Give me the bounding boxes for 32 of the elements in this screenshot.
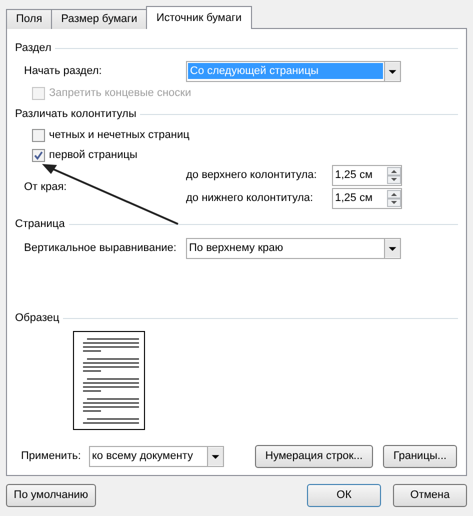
tab[interactable]: Источник бумаги	[146, 6, 252, 29]
field-label: Вертикальное выравнивание:	[24, 240, 178, 256]
group-title: Различать колонтитулы	[15, 106, 136, 122]
field-label: Начать раздел:	[24, 64, 103, 79]
group-title: Раздел	[15, 40, 52, 56]
spin-field[interactable]: 1,25 см	[332, 188, 402, 209]
group-title: Страница	[15, 216, 65, 232]
caret-icon	[207, 446, 223, 466]
spin-field[interactable]: 1,25 см	[332, 165, 402, 186]
spin-arrows-icon[interactable]	[387, 167, 401, 184]
dialog-button[interactable]: ОК	[307, 484, 381, 507]
dialog-button[interactable]: Нумерация строк...	[255, 444, 373, 468]
checkbox-label: четных и нечетных страниц	[49, 128, 190, 143]
group-title: Образец	[15, 310, 60, 326]
checkbox[interactable]	[32, 148, 45, 162]
tab[interactable]: Размер бумаги	[51, 9, 148, 29]
dropdown[interactable]: По верхнему краю	[186, 238, 401, 258]
dialog-button[interactable]: Отмена	[393, 484, 467, 507]
checkbox-label: первой страницы	[49, 148, 138, 163]
checkbox[interactable]	[32, 128, 45, 142]
tab[interactable]: Поля	[6, 9, 52, 29]
caret-icon	[384, 238, 400, 258]
checkbox-label: Запретить концевые сноски	[49, 86, 192, 101]
dialog-button[interactable]: Границы...	[383, 444, 457, 468]
field-label: до нижнего колонтитула:	[186, 191, 314, 206]
field-label: От края:	[24, 180, 68, 195]
dropdown[interactable]: ко всему документу	[89, 446, 224, 466]
spin-arrows-icon[interactable]	[387, 190, 401, 207]
field-label: до верхнего колонтитула:	[186, 168, 318, 184]
dialog-button[interactable]: По умолчанию	[6, 484, 96, 507]
caret-icon	[384, 62, 400, 80]
field-label: Применить:	[20, 448, 82, 464]
